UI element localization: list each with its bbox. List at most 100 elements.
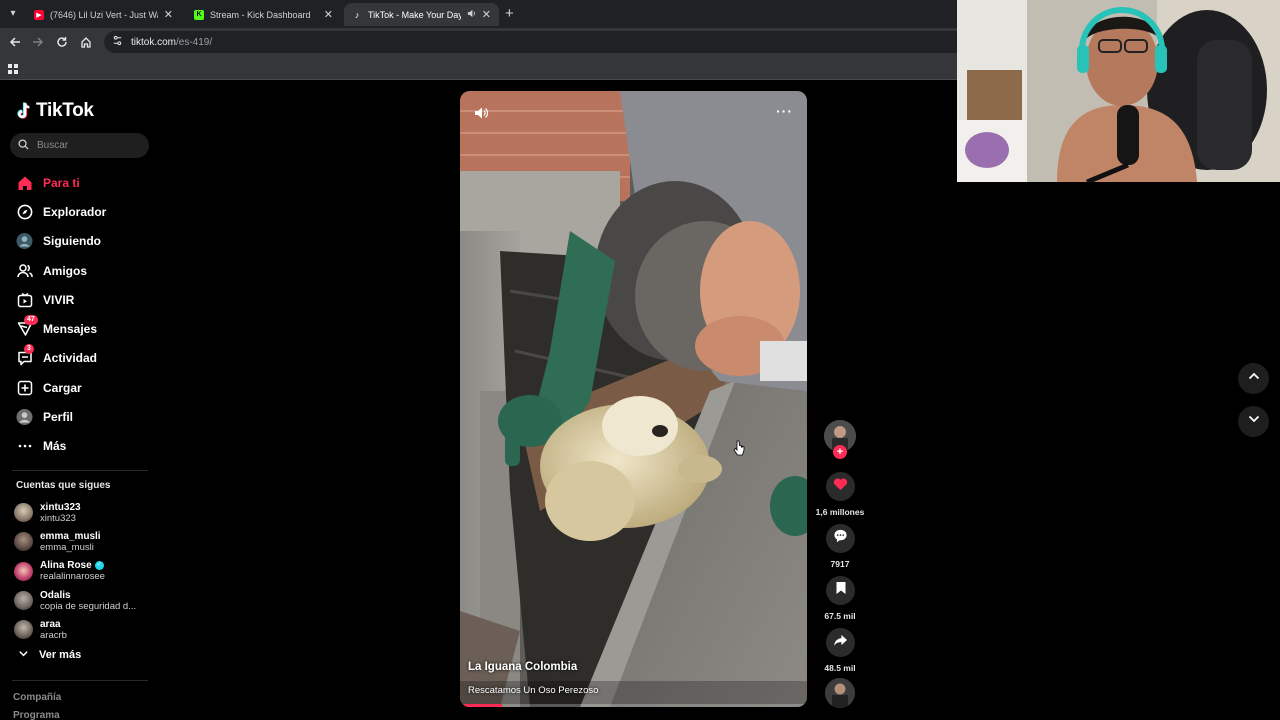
chevron-up-icon	[1247, 369, 1261, 388]
video-options-icon[interactable]: ···	[776, 103, 793, 119]
back-button[interactable]	[7, 34, 23, 50]
like-count: 1,6 millones	[815, 507, 865, 517]
following-username: Alina Rose	[40, 560, 92, 572]
activity-badge: 3	[24, 343, 34, 354]
save-button[interactable]	[826, 576, 855, 605]
share-button[interactable]	[826, 628, 855, 657]
following-item[interactable]: Odalis copia de seguridad d...	[0, 586, 160, 615]
menu-item-mas[interactable]: Más	[0, 432, 160, 461]
close-tab-icon[interactable]: ✕	[324, 8, 333, 21]
following-username: araa	[40, 618, 61, 630]
heart-icon	[833, 477, 848, 496]
next-video-button[interactable]	[1238, 406, 1269, 437]
tiktok-logo[interactable]: TikTok	[16, 100, 94, 122]
live-icon	[16, 291, 33, 308]
webcam-overlay	[957, 0, 1280, 182]
following-section-title: Cuentas que sigues	[16, 480, 111, 491]
url-path: /es-419/	[176, 36, 213, 48]
following-name: copia de seguridad d...	[40, 600, 137, 612]
menu-item-explorador[interactable]: Explorador	[0, 197, 160, 226]
video-author[interactable]: La Iguana Colombia	[468, 661, 577, 673]
logo-text: TikTok	[36, 100, 94, 121]
tab-tiktok[interactable]: ♪ TikTok - Make Your Day ✕	[344, 3, 499, 26]
menu-label: Amigos	[43, 263, 88, 278]
menu-item-vivir[interactable]: VIVIR	[0, 285, 160, 314]
footer-link-program[interactable]: Programa	[13, 710, 60, 720]
url-host: tiktok.com	[131, 36, 177, 48]
avatar	[14, 503, 33, 523]
address-bar[interactable]: tiktok.com/es-419/	[104, 31, 974, 53]
menu-item-amigos[interactable]: Amigos	[0, 256, 160, 285]
tab-youtube[interactable]: ▶ (7646) Lil Uzi Vert - Just Wanna ✕	[26, 3, 181, 26]
following-item[interactable]: xintu323 xintu323	[0, 498, 160, 527]
footer-link-company[interactable]: Compañía	[13, 692, 61, 703]
search-input[interactable]: Buscar	[10, 133, 149, 158]
profile-avatar-icon	[16, 408, 33, 426]
close-tab-icon[interactable]: ✕	[164, 8, 173, 21]
tiktok-icon: ♪	[354, 9, 360, 20]
avatar	[14, 620, 33, 640]
comment-icon	[833, 529, 848, 548]
menu-label: Cargar	[43, 380, 82, 395]
menu-item-cargar[interactable]: Cargar	[0, 373, 160, 402]
close-tab-icon[interactable]: ✕	[482, 8, 491, 21]
chevron-down-icon	[1247, 412, 1261, 431]
video-description: Rescatamos Un Oso Perezoso	[468, 685, 599, 696]
friends-icon	[16, 262, 33, 279]
more-icon	[16, 438, 33, 455]
tab-title: TikTok - Make Your Day	[368, 9, 461, 20]
verified-badge-icon: ✓	[94, 561, 104, 571]
follow-plus-button[interactable]: +	[833, 445, 847, 459]
video-progress-fill	[460, 704, 502, 707]
sidebar-divider	[12, 680, 148, 681]
menu-label: VIVIR	[43, 292, 75, 307]
site-info-icon[interactable]	[112, 35, 123, 49]
activity-icon: 3	[16, 343, 34, 367]
menu-item-siguiendo[interactable]: Siguiendo	[0, 227, 160, 256]
video-player[interactable]: ··· La Iguana Colombia Rescatamos Un Oso…	[460, 91, 807, 707]
menu-item-mensajes[interactable]: 47 Mensajes	[0, 314, 160, 343]
following-list: xintu323 xintu323 emma_musli emma_musli …	[0, 498, 160, 644]
home-icon	[16, 174, 33, 191]
apps-grid-icon[interactable]	[8, 62, 19, 80]
following-name: xintu323	[40, 512, 76, 524]
see-more-button[interactable]: Ver más	[18, 648, 81, 662]
upload-icon	[16, 379, 33, 396]
avatar	[14, 591, 33, 611]
menu-label: Explorador	[43, 204, 107, 219]
home-button[interactable]	[78, 34, 94, 50]
following-item[interactable]: emma_musli emma_musli	[0, 527, 160, 556]
webcam-image	[957, 0, 1280, 182]
video-progress-bar[interactable]	[460, 704, 807, 707]
chevron-down-icon	[18, 648, 29, 662]
search-icon	[18, 138, 29, 153]
menu-item-para-ti[interactable]: Para ti	[0, 168, 160, 197]
sidebar-divider	[12, 470, 148, 471]
volume-icon[interactable]	[473, 105, 489, 126]
tab-search-button[interactable]: ▾	[5, 5, 21, 21]
menu-item-actividad[interactable]: 3 Actividad	[0, 343, 160, 373]
like-button[interactable]	[826, 472, 855, 501]
following-username: emma_musli	[40, 530, 101, 542]
following-item[interactable]: Alina Rose ✓ realalinnarosee	[0, 557, 160, 586]
tab-kick[interactable]: K Stream - Kick Dashboard ✕	[186, 3, 341, 26]
compass-icon	[16, 203, 33, 220]
save-count: 67.5 mil	[824, 611, 856, 621]
following-avatar-icon	[16, 233, 33, 250]
see-more-label: Ver más	[39, 649, 82, 661]
mouse-cursor-icon	[733, 440, 745, 461]
messages-icon: 47	[16, 314, 38, 338]
new-tab-button[interactable]: +	[505, 5, 514, 22]
following-name: emma_musli	[40, 541, 94, 553]
tab-audio-icon[interactable]	[467, 9, 476, 20]
reload-button[interactable]	[54, 34, 70, 50]
following-name: realalinnarosee	[40, 571, 105, 583]
menu-label: Siguiendo	[43, 234, 101, 249]
following-item[interactable]: araa aracrb	[0, 615, 160, 644]
menu-item-perfil[interactable]: Perfil	[0, 402, 160, 431]
avatar	[14, 561, 33, 581]
previous-video-button[interactable]	[1238, 363, 1269, 394]
comment-button[interactable]	[826, 524, 855, 553]
music-disc-avatar[interactable]	[825, 678, 855, 708]
forward-button[interactable]	[30, 34, 46, 50]
